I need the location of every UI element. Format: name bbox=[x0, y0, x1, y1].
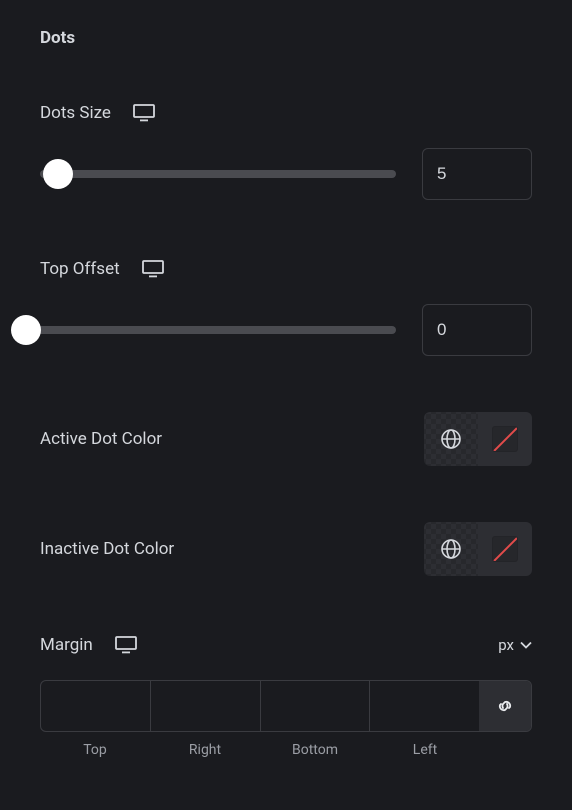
margin-control: Margin px Top Right bbox=[40, 632, 532, 758]
top-offset-control: Top Offset bbox=[40, 256, 532, 356]
active-dot-color-row: Active Dot Color bbox=[40, 412, 532, 466]
top-offset-label: Top Offset bbox=[40, 259, 120, 279]
active-color-picker[interactable] bbox=[478, 412, 532, 466]
section-title: Dots bbox=[40, 28, 532, 48]
dots-size-slider[interactable] bbox=[40, 170, 396, 178]
no-color-icon bbox=[492, 426, 518, 452]
desktop-icon[interactable] bbox=[131, 100, 157, 126]
margin-right-input[interactable] bbox=[151, 681, 261, 731]
inactive-dot-color-label: Inactive Dot Color bbox=[40, 539, 174, 559]
margin-unit-value: px bbox=[498, 636, 514, 654]
margin-caption-bottom: Bottom bbox=[260, 742, 370, 758]
link-icon bbox=[495, 696, 515, 716]
desktop-icon[interactable] bbox=[140, 256, 166, 282]
margin-link-button[interactable] bbox=[479, 681, 531, 731]
margin-caption-right: Right bbox=[150, 742, 260, 758]
inactive-color-global-button[interactable] bbox=[424, 522, 478, 576]
margin-caption-left: Left bbox=[370, 742, 480, 758]
dots-size-label: Dots Size bbox=[40, 103, 111, 123]
top-offset-input[interactable] bbox=[422, 304, 532, 356]
margin-caption-top: Top bbox=[40, 742, 150, 758]
chevron-down-icon bbox=[520, 641, 532, 649]
no-color-icon bbox=[492, 536, 518, 562]
dots-size-control: Dots Size bbox=[40, 100, 532, 200]
margin-top-input[interactable] bbox=[41, 681, 151, 731]
top-offset-slider-thumb[interactable] bbox=[11, 315, 41, 345]
inactive-color-picker[interactable] bbox=[478, 522, 532, 576]
top-offset-slider[interactable] bbox=[26, 326, 396, 334]
margin-bottom-input[interactable] bbox=[261, 681, 371, 731]
margin-unit-dropdown[interactable]: px bbox=[498, 636, 532, 654]
margin-label: Margin bbox=[40, 635, 93, 655]
active-dot-color-label: Active Dot Color bbox=[40, 429, 162, 449]
margin-left-input[interactable] bbox=[370, 681, 479, 731]
dots-size-input[interactable] bbox=[422, 148, 532, 200]
desktop-icon[interactable] bbox=[113, 632, 139, 658]
active-color-global-button[interactable] bbox=[424, 412, 478, 466]
dots-size-slider-thumb[interactable] bbox=[43, 159, 73, 189]
inactive-dot-color-row: Inactive Dot Color bbox=[40, 522, 532, 576]
